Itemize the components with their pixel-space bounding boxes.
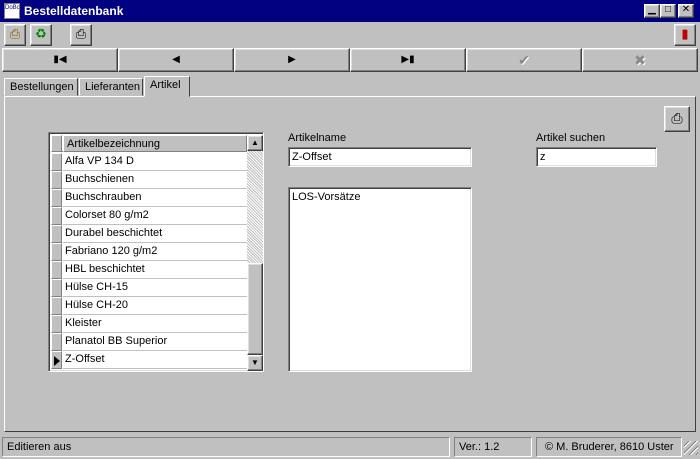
row-indicator[interactable] — [51, 207, 62, 225]
row-indicator[interactable] — [51, 171, 62, 189]
grid-cell-artikelbezeichnung[interactable]: Buchschrauben — [63, 189, 247, 207]
copyright-text: © M. Bruderer, 8610 Uster — [536, 437, 682, 457]
artikel-suchen-label: Artikel suchen — [536, 132, 606, 144]
row-indicator[interactable] — [51, 243, 62, 261]
tab-lieferanten[interactable]: Lieferanten — [79, 78, 143, 96]
app-icon[interactable]: DoBone — [4, 3, 20, 19]
row-indicator[interactable] — [51, 153, 62, 171]
grid-cell-artikelbezeichnung[interactable]: Colorset 80 g/m2 — [63, 207, 247, 225]
artikelname-field[interactable]: Z-Offset — [288, 147, 472, 167]
table-row[interactable]: Fabriano 120 g/m2 — [51, 243, 247, 261]
row-indicator[interactable] — [51, 351, 62, 369]
table-row[interactable]: HBL beschichtet — [51, 261, 247, 279]
current-row-pointer-icon — [54, 356, 60, 366]
table-row[interactable]: Colorset 80 g/m2 — [51, 207, 247, 225]
resize-grip[interactable] — [684, 441, 698, 455]
grid-cell-artikelbezeichnung[interactable]: HBL beschichtet — [63, 261, 247, 279]
vertical-scrollbar[interactable]: ▲ ▼ — [247, 135, 263, 371]
grid-cell-artikelbezeichnung[interactable]: Hülse CH-15 — [63, 279, 247, 297]
grid-cell-artikelbezeichnung[interactable]: Planatol BB Superior — [63, 333, 247, 351]
grid-cell-artikelbezeichnung[interactable]: Hülse CH-20 — [63, 297, 247, 315]
table-row[interactable]: Planatol BB Superior — [51, 333, 247, 351]
row-indicator[interactable] — [51, 333, 62, 351]
table-row[interactable]: Kleister — [51, 315, 247, 333]
post-edit-button[interactable]: ✔ — [466, 48, 582, 72]
table-row[interactable]: Alfa VP 134 D — [51, 153, 247, 171]
close-button[interactable]: ✕ — [678, 4, 694, 18]
document-icon[interactable]: ⎙ — [4, 24, 26, 46]
grid-cell-artikelbezeichnung[interactable]: Alfa VP 134 D — [63, 153, 247, 171]
artikel-memo-field[interactable]: LOS-Vorsätze — [288, 187, 472, 372]
sync-icon[interactable]: ♻ — [30, 24, 52, 46]
print-button[interactable]: ⎙ — [664, 106, 690, 132]
printer-icon: ⎙ — [671, 110, 683, 126]
articles-grid[interactable]: Artikelbezeichnung Alfa VP 134 D Buchschi… — [48, 132, 264, 372]
toolbar: ⎙ ♻ ⎙ ▮ — [0, 22, 700, 48]
row-indicator[interactable] — [51, 315, 62, 333]
grid-cell-artikelbezeichnung[interactable]: Durabel beschichtet — [63, 225, 247, 243]
window-title: Bestelldatenbank — [24, 4, 124, 18]
scroll-thumb[interactable] — [247, 263, 263, 355]
row-indicator[interactable] — [51, 225, 62, 243]
status-text: Editieren aus — [2, 437, 450, 457]
grid-cell-artikelbezeichnung[interactable]: Kleister — [63, 315, 247, 333]
first-record-button[interactable]: ▮◀ — [2, 48, 118, 72]
minimize-button[interactable]: ▁ — [644, 4, 660, 18]
table-row[interactable]: Hülse CH-15 — [51, 279, 247, 297]
grid-cell-artikelbezeichnung[interactable]: Buchschienen — [63, 171, 247, 189]
printer-icon[interactable]: ⎙ — [70, 24, 92, 46]
row-indicator[interactable] — [51, 279, 62, 297]
maximize-button[interactable]: □ — [660, 4, 676, 18]
grid-cell-artikelbezeichnung[interactable]: Fabriano 120 g/m2 — [63, 243, 247, 261]
tab-bestellungen[interactable]: Bestellungen — [4, 78, 78, 96]
table-row[interactable]: Buchschienen — [51, 171, 247, 189]
header-indicator — [51, 135, 62, 152]
artikelname-label: Artikelname — [288, 132, 347, 144]
title-bar: DoBone Bestelldatenbank ▁ □ ✕ — [0, 0, 700, 22]
table-row[interactable]: Z-Offset — [51, 351, 247, 369]
cancel-edit-button[interactable]: ✖ — [582, 48, 698, 72]
column-header-artikelbezeichnung[interactable]: Artikelbezeichnung — [63, 135, 247, 152]
table-row[interactable]: Hülse CH-20 — [51, 297, 247, 315]
version-text: Ver.: 1.2 — [454, 437, 532, 457]
last-record-button[interactable]: ▶▮ — [350, 48, 466, 72]
scroll-down-arrow-icon[interactable]: ▼ — [247, 355, 263, 371]
table-row[interactable]: Durabel beschichtet — [51, 225, 247, 243]
record-navigator: ▮◀ ◀ ▶ ▶▮ ✔ ✖ — [2, 48, 698, 72]
scroll-up-arrow-icon[interactable]: ▲ — [247, 135, 263, 151]
row-indicator[interactable] — [51, 189, 62, 207]
prior-record-button[interactable]: ◀ — [118, 48, 234, 72]
grid-header: Artikelbezeichnung — [51, 135, 247, 152]
row-indicator[interactable] — [51, 261, 62, 279]
next-record-button[interactable]: ▶ — [234, 48, 350, 72]
table-row[interactable]: Buchschrauben — [51, 189, 247, 207]
status-bar: Editieren aus Ver.: 1.2 © M. Bruderer, 8… — [0, 435, 700, 459]
search-input[interactable]: z — [536, 147, 657, 167]
grid-cell-artikelbezeichnung[interactable]: Z-Offset — [63, 351, 247, 369]
tab-artikel[interactable]: Artikel — [144, 76, 190, 97]
row-indicator[interactable] — [51, 297, 62, 315]
exit-door-icon[interactable]: ▮ — [674, 24, 696, 46]
